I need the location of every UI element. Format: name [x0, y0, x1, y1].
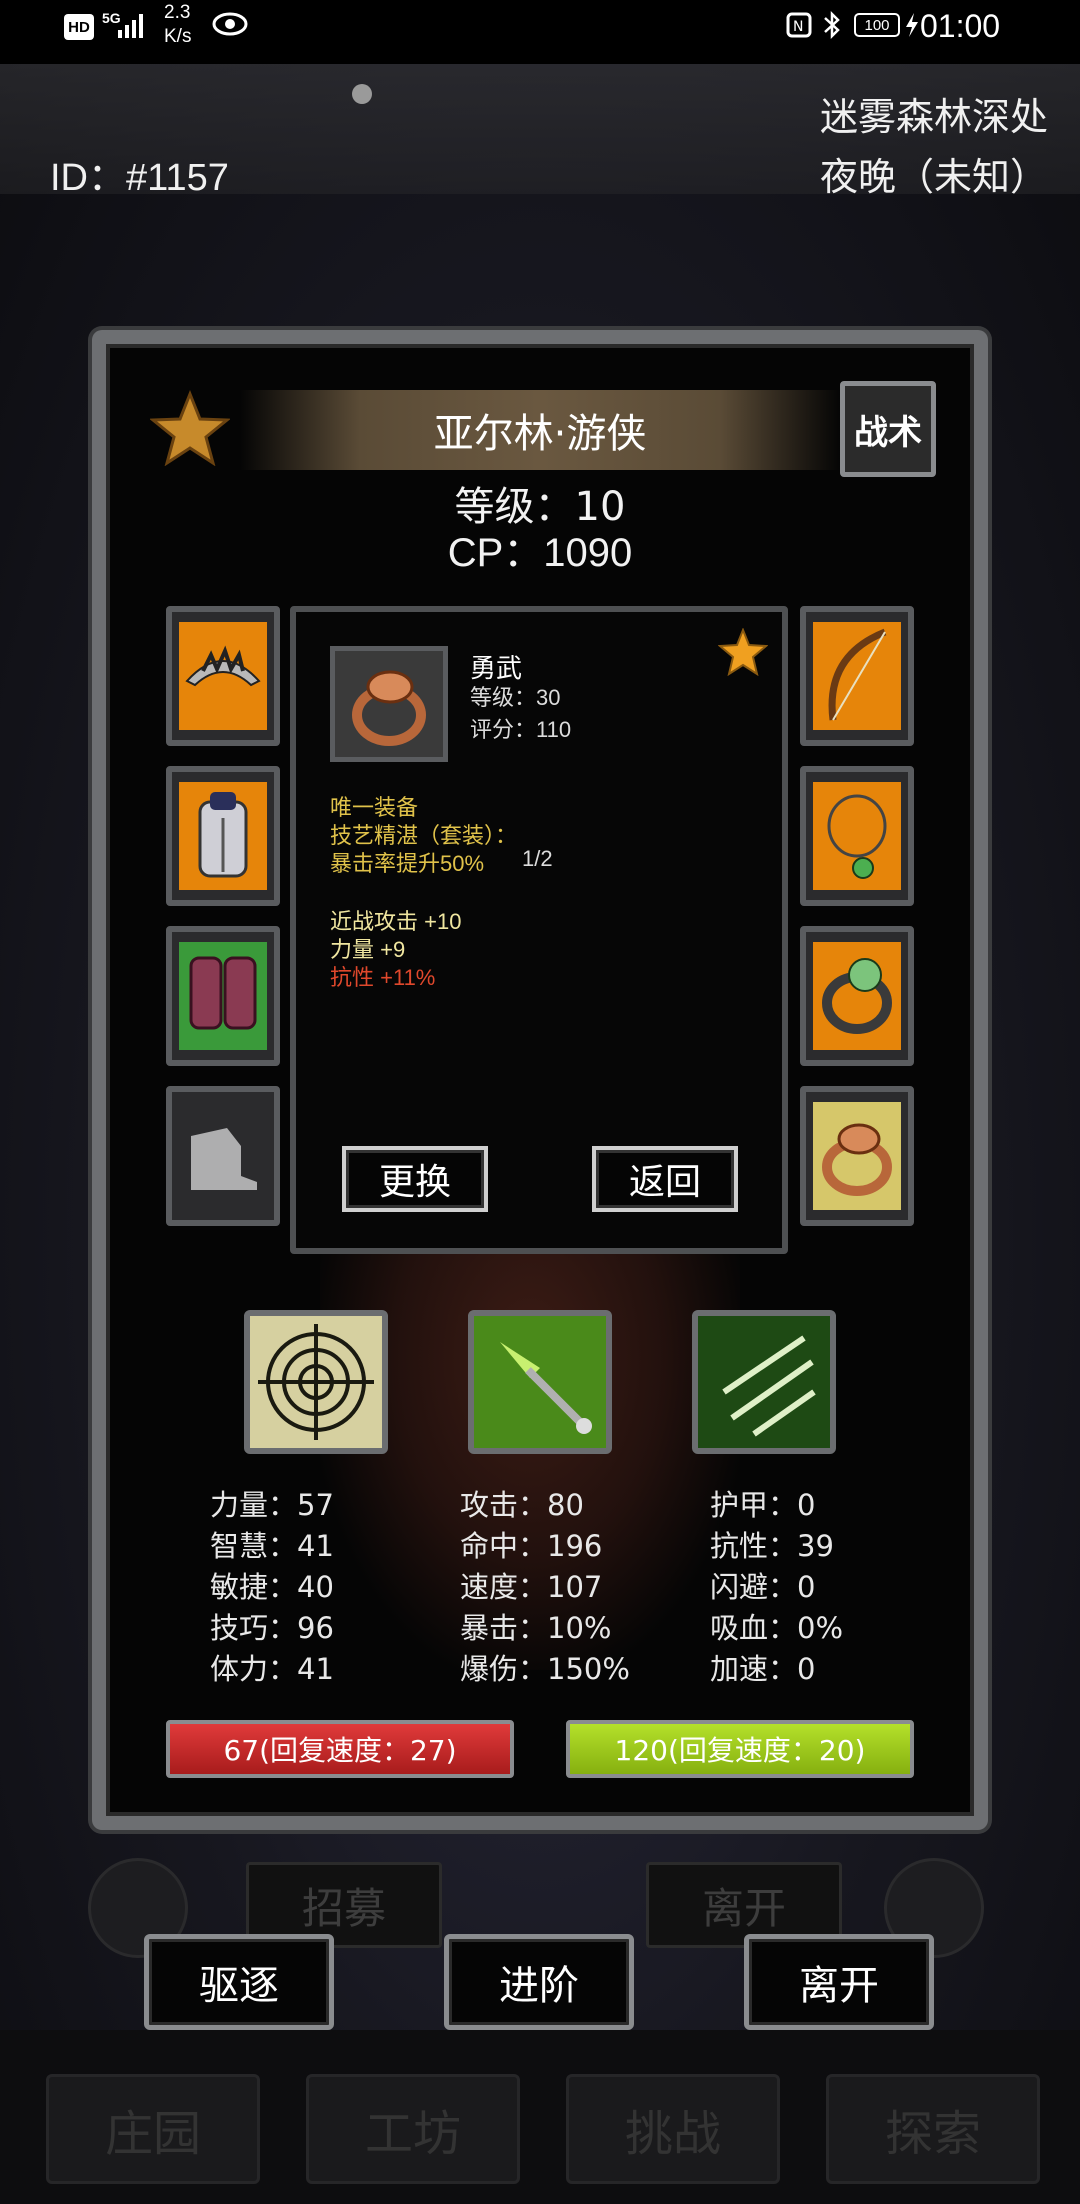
item-set-bonus: 暴击率提升50% [330, 851, 485, 876]
signal-icon [118, 12, 148, 42]
ring-icon [822, 1123, 892, 1196]
target-icon [258, 1324, 374, 1440]
tab-explore[interactable]: 探索 [826, 2074, 1040, 2184]
stat-agility: 敏捷：40 [210, 1570, 334, 1604]
status-bar: HD 5G 2.3 K/s N 100 01:00 [0, 0, 1080, 64]
item-set-progress: 1/2 [522, 846, 553, 871]
stat-crit: 暴击：10% [460, 1611, 612, 1645]
skill-slot-3[interactable] [692, 1310, 836, 1454]
hero-cp: CP：1090 [447, 531, 633, 575]
hd-badge: HD [64, 14, 94, 40]
energy-bar: 120(回复速度：20) [566, 1720, 914, 1778]
skill-slot-1[interactable] [244, 1310, 388, 1454]
advance-button[interactable]: 进阶 [444, 1934, 634, 2030]
equip-slot-weapon[interactable] [800, 606, 914, 746]
stat-resistance: 抗性：39 [710, 1529, 834, 1563]
bluetooth-icon [822, 10, 842, 44]
helmet-icon [185, 645, 261, 687]
equip-slot-armor[interactable] [166, 766, 280, 906]
bow-icon [828, 628, 887, 721]
time-of-day: 夜晚（未知） [819, 155, 1048, 199]
stat-crit-damage: 爆伤：150% [460, 1652, 630, 1686]
equip-slot-ring[interactable] [800, 1086, 914, 1226]
stat-haste: 加速：0 [710, 1652, 816, 1686]
replace-button[interactable]: 更换 [342, 1146, 488, 1212]
leave-button[interactable]: 离开 [744, 1934, 934, 2030]
stat-wisdom: 智慧：41 [210, 1529, 334, 1563]
svg-text:N: N [793, 19, 803, 35]
stat-lifesteal: 吸血：0% [710, 1611, 844, 1645]
tab-manor[interactable]: 庄园 [46, 2074, 260, 2184]
equip-slot-boots[interactable] [166, 1086, 280, 1226]
item-level: 等级：30 [470, 685, 561, 710]
hp-bar: 67(回复速度：27) [166, 1720, 514, 1778]
stat-stamina: 体力：41 [210, 1652, 334, 1686]
arrow-volley-icon [722, 1335, 816, 1437]
chest-armor-icon [198, 792, 248, 878]
tab-challenge[interactable]: 挑战 [566, 2074, 780, 2184]
item-icon-frame [330, 646, 448, 762]
stat-dodge: 闪避：0 [710, 1570, 816, 1604]
nfc-icon: N [786, 12, 812, 42]
stat-speed: 速度：107 [460, 1570, 603, 1604]
banner-pin-icon [352, 84, 372, 104]
item-attr-resistance: 抗性 +11% [330, 965, 436, 990]
ring-icon [352, 670, 426, 746]
amulet-icon [827, 794, 887, 879]
clock: 01:00 [920, 8, 1001, 44]
speed-value: 2.3 [164, 2, 191, 23]
stat-accuracy: 命中：196 [460, 1529, 603, 1563]
equip-slot-ring-skull[interactable] [800, 926, 914, 1066]
stat-strength: 力量：57 [210, 1488, 334, 1522]
equip-slot-helmet[interactable] [166, 606, 280, 746]
stat-skill: 技巧：96 [210, 1611, 334, 1645]
dismiss-button[interactable]: 驱逐 [144, 1934, 334, 2030]
equip-slot-amulet[interactable] [800, 766, 914, 906]
location-name: 迷雾森林深处 [819, 95, 1048, 139]
speed-unit: K/s [164, 26, 192, 47]
hero-name: 亚尔林·游侠 [240, 390, 840, 470]
player-id: ID：#1157 [50, 157, 229, 199]
stat-armor: 护甲：0 [710, 1488, 816, 1522]
battery-icon: 100 [854, 13, 900, 37]
boots-icon [191, 1128, 257, 1190]
item-score: 评分：110 [470, 717, 572, 742]
battery-level: 100 [864, 16, 890, 34]
tactics-button[interactable]: 战术 [840, 381, 936, 477]
arrowhead-icon [500, 1342, 592, 1434]
skull-ring-icon [822, 958, 892, 1034]
equip-slot-gloves[interactable] [166, 926, 280, 1066]
eye-icon [212, 12, 248, 40]
gloves-icon [189, 956, 257, 1030]
stat-attack: 攻击：80 [460, 1488, 584, 1522]
back-button[interactable]: 返回 [592, 1146, 738, 1212]
favorite-star-icon[interactable] [148, 389, 232, 470]
charging-icon [904, 12, 920, 42]
item-star-icon [717, 627, 769, 680]
tab-workshop[interactable]: 工坊 [306, 2074, 520, 2184]
skill-slot-2[interactable] [468, 1310, 612, 1454]
